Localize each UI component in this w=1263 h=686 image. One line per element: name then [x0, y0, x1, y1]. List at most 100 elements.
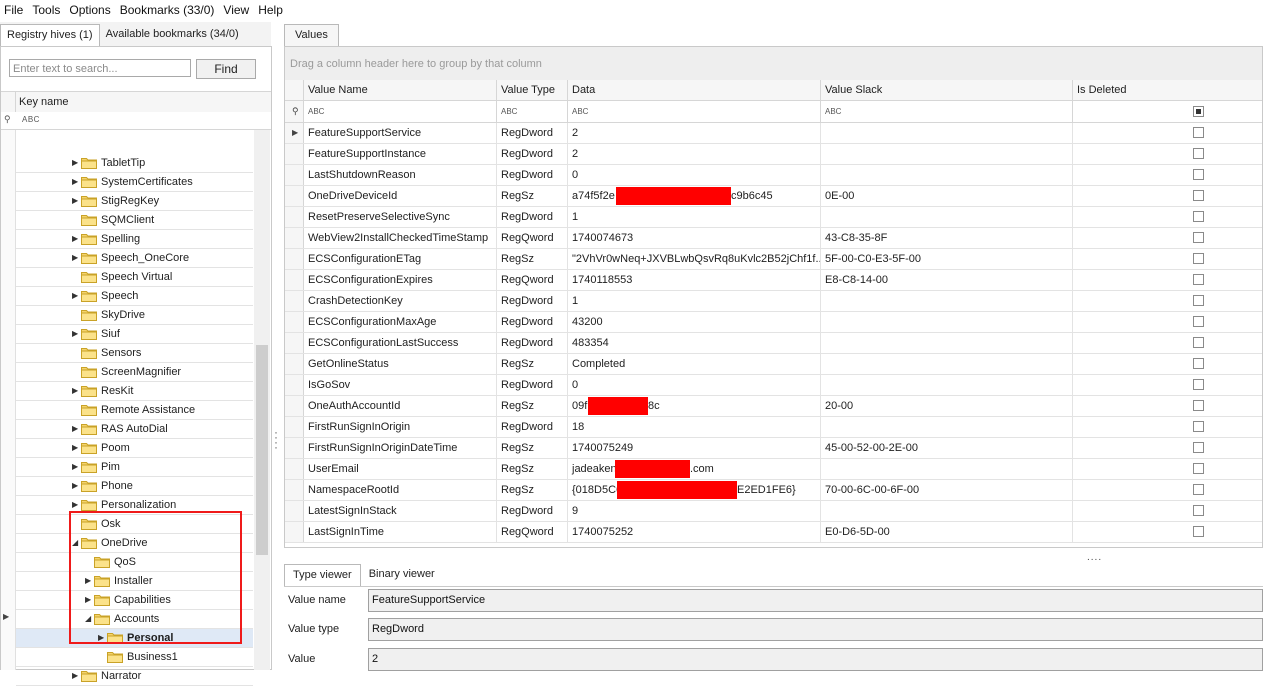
table-row[interactable]: WebView2InstallCheckedTimeStamp RegQword 1…: [285, 228, 1262, 249]
tree-filter-row[interactable]: ⚲ ABC: [1, 112, 271, 130]
cell-value-type[interactable]: RegQword: [497, 270, 568, 290]
expand-arrow-icon[interactable]: ▶: [72, 177, 80, 187]
cell-value-type[interactable]: RegDword: [497, 312, 568, 332]
cell-value-type[interactable]: RegDword: [497, 333, 568, 353]
tab-available-bookmarks[interactable]: Available bookmarks (34/0): [100, 24, 245, 45]
cell-value-type[interactable]: RegSz: [497, 459, 568, 479]
cell-value-type[interactable]: RegQword: [497, 228, 568, 248]
tree-item[interactable]: ▶ Pim: [16, 458, 253, 477]
cell-data[interactable]: 18: [568, 417, 821, 437]
expand-arrow-icon[interactable]: ▶: [72, 424, 80, 434]
cell-value-slack[interactable]: 43-C8-35-8F: [821, 228, 1073, 248]
menu-file[interactable]: File: [0, 3, 28, 17]
tree-item[interactable]: ScreenMagnifier: [16, 363, 253, 382]
cell-value-slack[interactable]: [821, 291, 1073, 311]
menu-bookmarks[interactable]: Bookmarks (33/0): [116, 3, 220, 17]
tree-item[interactable]: ▶ TabletTip: [16, 154, 253, 173]
cell-data[interactable]: 1740118553: [568, 270, 821, 290]
cell-value-type[interactable]: RegDword: [497, 207, 568, 227]
col-value-type[interactable]: Value Type: [497, 80, 568, 100]
is-deleted-checkbox[interactable]: [1193, 505, 1204, 516]
expand-arrow-icon[interactable]: ▶: [72, 291, 80, 301]
cell-value-slack[interactable]: [821, 165, 1073, 185]
tab-registry-hives[interactable]: Registry hives (1): [0, 24, 100, 46]
cell-value-slack[interactable]: [821, 333, 1073, 353]
cell-data[interactable]: 1740074673: [568, 228, 821, 248]
table-row[interactable]: LastSignInTime RegQword 1740075252 E0-D6-5D…: [285, 522, 1262, 543]
cell-value-slack[interactable]: [821, 123, 1073, 143]
expand-arrow-icon[interactable]: ▶: [72, 253, 80, 263]
is-deleted-checkbox[interactable]: [1193, 526, 1204, 537]
cell-data[interactable]: "2VhVr0wNeq+JXVBLwbQsvRq8uKvlc2B52jChf1f…: [568, 249, 821, 269]
cell-value-type[interactable]: RegDword: [497, 501, 568, 521]
cell-data[interactable]: 1740075249: [568, 438, 821, 458]
cell-value-slack[interactable]: [821, 375, 1073, 395]
col-is-deleted[interactable]: Is Deleted: [1073, 80, 1262, 100]
cell-value-name[interactable]: CrashDetectionKey: [304, 291, 497, 311]
tab-binary-viewer[interactable]: Binary viewer: [361, 564, 443, 585]
cell-value-name[interactable]: ResetPreserveSelectiveSync: [304, 207, 497, 227]
cell-value-type[interactable]: RegDword: [497, 291, 568, 311]
cell-data[interactable]: 2: [568, 123, 821, 143]
table-row[interactable]: LatestSignInStack RegDword 9: [285, 501, 1262, 522]
filter-abc-icon[interactable]: ABC: [22, 115, 40, 124]
col-data[interactable]: Data: [568, 80, 821, 100]
tree-item[interactable]: ▶ ResKit: [16, 382, 253, 401]
expand-arrow-icon[interactable]: ▶: [72, 196, 80, 206]
cell-value-type[interactable]: RegDword: [497, 165, 568, 185]
cell-data[interactable]: 483354: [568, 333, 821, 353]
group-panel[interactable]: Drag a column header here to group by th…: [285, 47, 1262, 81]
cell-value-type[interactable]: RegQword: [497, 522, 568, 542]
tree-item[interactable]: ▶ Speech: [16, 287, 253, 306]
cell-value-name[interactable]: ECSConfigurationETag: [304, 249, 497, 269]
table-row[interactable]: FirstRunSignInOrigin RegDword 18: [285, 417, 1262, 438]
is-deleted-checkbox[interactable]: [1193, 190, 1204, 201]
col-value-name[interactable]: Value Name: [304, 80, 497, 100]
menu-view[interactable]: View: [219, 3, 254, 17]
is-deleted-checkbox[interactable]: [1193, 421, 1204, 432]
is-deleted-checkbox[interactable]: [1193, 169, 1204, 180]
cell-data[interactable]: 09f 8c: [568, 396, 821, 416]
filter-value-name[interactable]: ABC: [304, 101, 497, 122]
col-value-slack[interactable]: Value Slack: [821, 80, 1073, 100]
cell-value-slack[interactable]: [821, 459, 1073, 479]
tree-item[interactable]: ▶ Speech_OneCore: [16, 249, 253, 268]
table-row[interactable]: ECSConfigurationETag RegSz "2VhVr0wNeq+JXV…: [285, 249, 1262, 270]
table-row[interactable]: FeatureSupportInstance RegDword 2: [285, 144, 1262, 165]
filter-value-type[interactable]: ABC: [497, 101, 568, 122]
tree-item[interactable]: SQMClient: [16, 211, 253, 230]
expand-arrow-icon[interactable]: ▶: [72, 234, 80, 244]
cell-value-name[interactable]: OneAuthAccountId: [304, 396, 497, 416]
expand-arrow-icon[interactable]: ▶: [72, 481, 80, 491]
cell-value-name[interactable]: OneDriveDeviceId: [304, 186, 497, 206]
is-deleted-checkbox[interactable]: [1193, 274, 1204, 285]
cell-value-name[interactable]: LastSignInTime: [304, 522, 497, 542]
tree-item[interactable]: ▶ StigRegKey: [16, 192, 253, 211]
cell-value-slack[interactable]: E8-C8-14-00: [821, 270, 1073, 290]
cell-data[interactable]: 1: [568, 291, 821, 311]
expand-arrow-icon[interactable]: ▶: [72, 386, 80, 396]
table-row[interactable]: ECSConfigurationLastSuccess RegDword 48335…: [285, 333, 1262, 354]
tree-scrollbar[interactable]: [254, 130, 270, 670]
cell-value-slack[interactable]: E0-D6-5D-00: [821, 522, 1073, 542]
value-type-field[interactable]: RegDword: [368, 618, 1263, 641]
cell-value-type[interactable]: RegDword: [497, 375, 568, 395]
cell-value-name[interactable]: ECSConfigurationLastSuccess: [304, 333, 497, 353]
cell-data[interactable]: Completed: [568, 354, 821, 374]
tree-item[interactable]: ▶ Poom: [16, 439, 253, 458]
cell-value-slack[interactable]: 70-00-6C-00-6F-00: [821, 480, 1073, 500]
cell-value-slack[interactable]: [821, 144, 1073, 164]
cell-value-slack[interactable]: 20-00: [821, 396, 1073, 416]
menu-options[interactable]: Options: [65, 3, 115, 17]
cell-data[interactable]: 0: [568, 375, 821, 395]
search-input[interactable]: Enter text to search...: [9, 59, 191, 77]
table-row[interactable]: ECSConfigurationExpires RegQword 174011855…: [285, 270, 1262, 291]
filter-value-slack[interactable]: ABC: [821, 101, 1073, 122]
filter-is-deleted[interactable]: [1073, 101, 1262, 122]
cell-value-name[interactable]: LatestSignInStack: [304, 501, 497, 521]
is-deleted-checkbox[interactable]: [1193, 316, 1204, 327]
expand-arrow-icon[interactable]: ▶: [72, 443, 80, 453]
value-name-field[interactable]: FeatureSupportService: [368, 589, 1263, 612]
cell-value-type[interactable]: RegSz: [497, 438, 568, 458]
cell-value-slack[interactable]: 0E-00: [821, 186, 1073, 206]
